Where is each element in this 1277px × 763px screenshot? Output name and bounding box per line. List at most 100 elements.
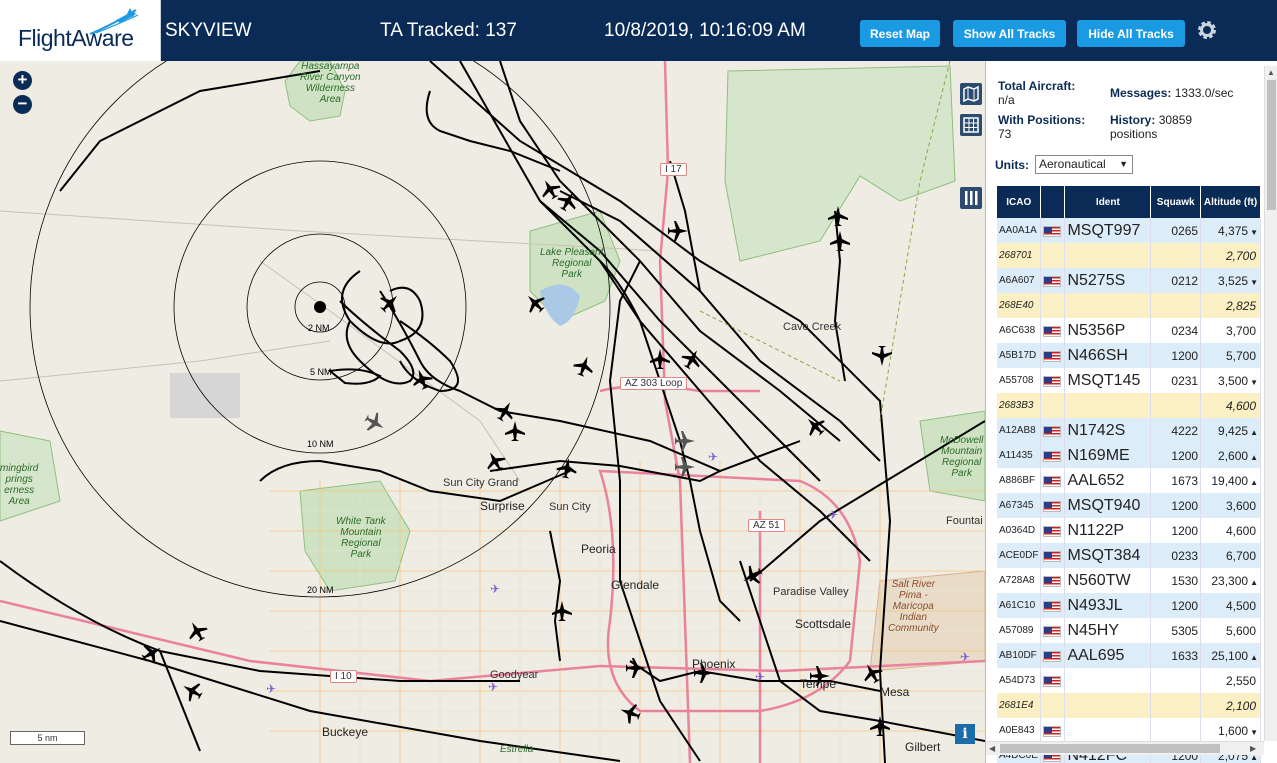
range-ring-label-20nm: 20 NM [307,585,334,595]
table-row[interactable]: A728A8 N560TW 1530 23,300 ▲ [997,568,1261,593]
table-row[interactable]: A55708 MSQT145 0231 3,500 ▼ [997,368,1261,393]
scroll-right-icon[interactable]: ▶ [1250,744,1256,753]
altitude-value: 2,550 [1225,673,1256,688]
chevron-down-icon: ▼ [1119,159,1128,169]
table-row[interactable]: 2681E4 2,100 [997,693,1261,718]
stat-messages: Messages: 1333.0/sec [1110,86,1260,100]
scroll-thumb[interactable] [1267,80,1276,210]
cell-altitude: 23,300 ▲ [1200,568,1261,593]
table-header-row: ICAO Ident Squawk Altitude (ft) [997,186,1261,218]
aircraft-table: ICAO Ident Squawk Altitude (ft) AA0A1A MS… [997,186,1261,763]
altitude-value: 2,825 [1225,298,1256,313]
table-row[interactable]: A54D73 2,550 [997,668,1261,693]
table-row[interactable]: A5B17D N466SH 1200 5,700 [997,343,1261,368]
cell-altitude: 3,700 [1200,318,1261,343]
table-row[interactable]: A6A607 N5275S 0212 3,525 ▼ [997,268,1261,293]
cell-squawk [1150,668,1202,693]
table-row[interactable]: A0E843 1,600 ▼ [997,718,1261,743]
hscroll-thumb[interactable] [1000,744,1220,753]
cell-flag [1040,218,1066,243]
zoom-out-button[interactable]: − [13,95,32,114]
altitude-value: 19,400 [1211,473,1249,488]
logo-text: FlightAware [18,25,134,51]
zoom-in-button[interactable]: + [13,71,32,90]
clock: 10/8/2019, 10:16:09 AM [604,20,806,41]
map-label-estrella: Estrella [500,744,534,755]
flightaware-logo[interactable]: FlightAware [0,0,161,61]
col-ident[interactable]: Ident [1064,186,1152,218]
map-label-tempe: Tempe [800,677,837,691]
cell-ident: MSQT145 [1064,368,1152,393]
horizontal-scrollbar[interactable]: ◀ ▶ [986,741,1264,755]
col-icao[interactable]: ICAO [997,186,1042,218]
map-label-scottsdale: Scottsdale [795,617,852,631]
us-flag-icon [1043,375,1062,387]
table-row[interactable]: 268E40 2,825 [997,293,1261,318]
table-row[interactable]: A67345 MSQT940 1200 3,600 [997,493,1261,518]
scroll-left-icon[interactable]: ◀ [989,744,995,753]
table-row[interactable]: ACE0DF MSQT384 0233 6,700 [997,543,1261,568]
cell-icao: A12AB8 [997,418,1042,443]
vertical-scrollbar[interactable]: ▲ [1264,66,1277,741]
table-row[interactable]: A0364D N1122P 1200 4,600 [997,518,1261,543]
cell-altitude: 6,700 [1200,543,1261,568]
col-squawk[interactable]: Squawk [1150,186,1202,218]
cell-icao: A886BF [997,468,1042,493]
map-label-goodyear: Goodyear [490,669,539,681]
cell-altitude: 2,825 [1200,293,1261,318]
cell-altitude: 3,600 [1200,493,1261,518]
show-all-tracks-button[interactable]: Show All Tracks [953,20,1066,47]
col-flag[interactable] [1040,186,1066,218]
table-row[interactable]: AB10DF AAL695 1633 25,100 ▲ [997,643,1261,668]
cell-squawk: 4222 [1150,418,1202,443]
cell-ident: N169ME [1064,443,1152,468]
info-button[interactable]: i [955,724,975,744]
altitude-value: 3,525 [1218,273,1249,288]
cell-flag [1040,268,1066,293]
table-row[interactable]: A57089 N45HY 5305 5,600 [997,618,1261,643]
cell-icao: A5B17D [997,343,1042,368]
table-row[interactable]: A61C10 N493JL 1200 4,500 [997,593,1261,618]
table-body: AA0A1A MSQT997 0265 4,375 ▼ 268701 2,700 A6A607… [997,218,1261,763]
map-label-cave-creek: Cave Creek [783,321,842,333]
columns-icon[interactable] [960,187,982,209]
altitude-value: 9,425 [1218,423,1249,438]
table-row[interactable]: A6C638 N5356P 0234 3,700 [997,318,1261,343]
cell-squawk: 5305 [1150,618,1202,643]
table-row[interactable]: AA0A1A MSQT997 0265 4,375 ▼ [997,218,1261,243]
stat-total-label: Total Aircraft: [998,79,1076,93]
col-altitude[interactable]: Altitude (ft) [1200,186,1261,218]
cell-flag [1040,618,1066,643]
units-select[interactable]: Aeronautical ▼ [1035,155,1133,174]
cell-ident [1064,718,1152,743]
cell-flag [1040,593,1066,618]
highway-shield-i17: I 17 [660,163,687,176]
reset-map-button[interactable]: Reset Map [860,20,940,47]
map-layers-icon[interactable] [960,83,982,105]
cell-ident: N493JL [1064,593,1152,618]
cell-ident: N1122P [1064,518,1152,543]
table-row[interactable]: A12AB8 N1742S 4222 9,425 ▲ [997,418,1261,443]
cell-squawk: 1200 [1150,593,1202,618]
altitude-trend-icon: ▲ [1250,452,1258,462]
cell-altitude: 4,600 [1200,518,1261,543]
grid-icon[interactable] [960,114,982,136]
cell-squawk: 0234 [1150,318,1202,343]
scroll-up-icon[interactable]: ▲ [1267,68,1275,77]
hide-all-tracks-button[interactable]: Hide All Tracks [1077,20,1185,47]
cell-squawk: 1200 [1150,443,1202,468]
gear-icon[interactable] [1195,18,1219,42]
map-label-surprise: Surprise [480,499,525,513]
map-view[interactable]: ✈ ✈ ✈ ✈ ✈ ✈ ✈ Hassayampa River Canyon Wild… [0,61,985,763]
map-label-peoria: Peoria [581,542,616,556]
us-flag-icon [1043,425,1062,437]
table-row[interactable]: A886BF AAL652 1673 19,400 ▲ [997,468,1261,493]
cell-ident: N45HY [1064,618,1152,643]
altitude-trend-icon: ▼ [1250,377,1258,387]
table-row[interactable]: 268701 2,700 [997,243,1261,268]
cell-squawk: 0233 [1150,543,1202,568]
table-row[interactable]: 2683B3 4,600 [997,393,1261,418]
table-row[interactable]: A11435 N169ME 1200 2,600 ▲ [997,443,1261,468]
cell-altitude: 3,525 ▼ [1200,268,1261,293]
us-flag-icon [1043,725,1062,737]
